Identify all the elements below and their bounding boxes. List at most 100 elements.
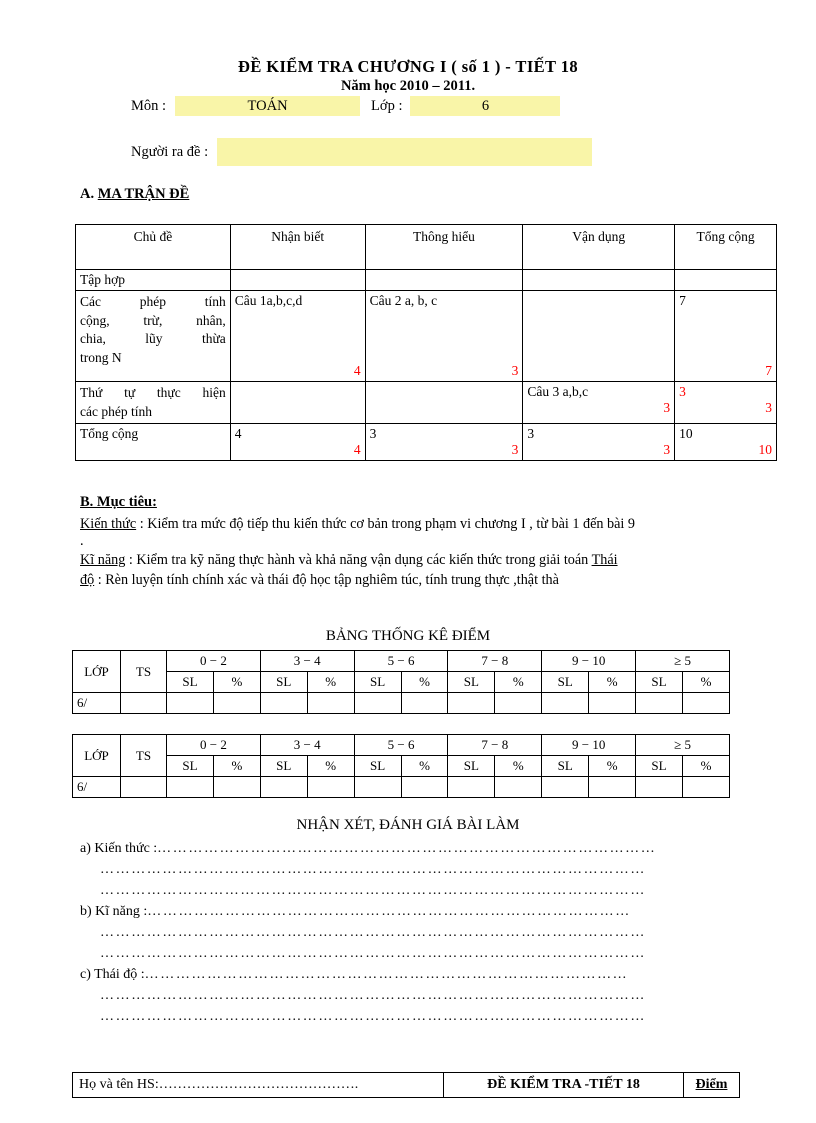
topic-line: cộng, trừ, nhân, xyxy=(80,312,226,328)
comment-dots: ………………………………………………………………………………… xyxy=(144,967,629,982)
stats-range-5-6: 5 − 6 xyxy=(353,650,449,672)
cell-score: 7 xyxy=(765,363,772,378)
stats-value-cell[interactable] xyxy=(541,776,590,798)
stats-value-cell[interactable] xyxy=(166,776,214,798)
subject-value-field[interactable]: TOÁN xyxy=(175,96,361,116)
objective-skill: Kĩ năng : Kiểm tra kỹ năng thực hành và … xyxy=(80,551,770,570)
stats-ts-value[interactable] xyxy=(120,776,167,798)
stats-value-cell[interactable] xyxy=(306,776,355,798)
stats-value-cell[interactable] xyxy=(259,692,308,714)
section-a-title: MA TRẬN ĐỀ xyxy=(97,186,190,202)
comment-label: c) Thái độ : xyxy=(80,967,145,982)
stats-value-cell[interactable] xyxy=(259,776,308,798)
comment-line[interactable]: …………………………………………………………………………………………… xyxy=(100,946,760,962)
student-name-field[interactable]: Họ và tên HS:……………………………………. xyxy=(73,1073,444,1097)
stats-header-row: LỚP TS 0 − 2 3 − 4 5 − 6 7 − 8 9 − 10 ≥ … xyxy=(72,734,730,777)
topic-line: Tập hợp xyxy=(80,272,126,287)
stats-col-lop: LỚP xyxy=(72,734,121,777)
stats-value-cell[interactable] xyxy=(494,776,543,798)
objective-knowledge-label: Kiến thức xyxy=(80,516,137,532)
author-row: Người ra đề : xyxy=(131,138,593,166)
stats-sub-pct: % xyxy=(212,671,261,693)
stats-value-cell[interactable] xyxy=(212,776,261,798)
matrix-col-thong-hieu: Thông hiểu xyxy=(364,224,524,270)
stats-value-cell[interactable] xyxy=(681,692,731,714)
stats-value-cell[interactable] xyxy=(494,692,543,714)
score-stats-table-1: LỚP TS 0 − 2 3 − 4 5 − 6 7 − 8 9 − 10 ≥ … xyxy=(72,650,731,714)
comment-line[interactable]: c) Thái độ :…………………………………………………………………………… xyxy=(80,967,740,983)
comment-dots: …………………………………………………………………………………………… xyxy=(100,1009,646,1024)
matrix-col-chu-de: Chủ đề xyxy=(75,224,231,270)
matrix-cell-van-dung[interactable] xyxy=(522,269,676,291)
comment-dots: …………………………………………………………………………………………… xyxy=(100,925,646,940)
stats-range-3-4: 3 − 4 xyxy=(259,650,355,672)
matrix-cell-nhan-biet[interactable]: Câu 1a,b,c,d 4 xyxy=(229,290,366,382)
cell-text: Câu 1a,b,c,d xyxy=(234,293,303,308)
stats-sub-sl: SL xyxy=(353,755,402,777)
matrix-cell-tong-cong[interactable]: 3 3 xyxy=(674,381,777,424)
matrix-cell-van-dung[interactable]: 3 3 xyxy=(522,423,676,461)
author-value-field[interactable] xyxy=(217,138,593,166)
stats-value-cell[interactable] xyxy=(681,776,731,798)
author-label: Người ra đề : xyxy=(131,143,209,160)
stats-value-cell[interactable] xyxy=(588,692,637,714)
matrix-cell-thong-hieu[interactable]: Câu 2 a, b, c 3 xyxy=(364,290,524,382)
cell-score: 3 xyxy=(511,442,519,457)
matrix-cell-nhan-biet[interactable]: 4 4 xyxy=(229,423,366,461)
stats-value-cell[interactable] xyxy=(166,692,214,714)
document-subtitle: Năm học 2010 – 2011. xyxy=(340,78,476,94)
stats-sub-pct: % xyxy=(400,755,449,777)
stats-sub-sl: SL xyxy=(447,755,496,777)
stats-value-cell[interactable] xyxy=(400,692,449,714)
stats-value-cell[interactable] xyxy=(353,776,402,798)
stats-value-cell[interactable] xyxy=(447,776,496,798)
stats-value-cell[interactable] xyxy=(353,692,402,714)
comment-line[interactable]: …………………………………………………………………………………………… xyxy=(100,1009,760,1025)
comment-line[interactable]: …………………………………………………………………………………………… xyxy=(100,988,760,1004)
stats-value-cell[interactable] xyxy=(588,776,637,798)
comment-line[interactable]: …………………………………………………………………………………………… xyxy=(100,925,760,941)
stats-ts-value[interactable] xyxy=(120,692,167,714)
matrix-cell-thong-hieu[interactable]: 3 3 xyxy=(364,423,524,461)
stats-title: BẢNG THỐNG KÊ ĐIỂM xyxy=(325,628,491,644)
comment-line[interactable]: a) Kiến thức :……………………………………………………………………… xyxy=(80,841,740,857)
footer-score-cell[interactable]: Điểm xyxy=(684,1073,739,1097)
topic-line: Các phép tính xyxy=(80,294,226,309)
stats-col-lop: LỚP xyxy=(72,650,121,693)
stats-value-cell[interactable] xyxy=(635,776,683,798)
matrix-cell-thong-hieu[interactable] xyxy=(364,381,524,424)
stats-sub-sl: SL xyxy=(259,755,308,777)
stats-value-cell[interactable] xyxy=(306,692,355,714)
cell-score: 10 xyxy=(758,442,773,457)
class-value-field[interactable]: 6 xyxy=(410,96,561,116)
stats-value-cell[interactable] xyxy=(447,692,496,714)
comment-label: a) Kiến thức : xyxy=(80,841,158,856)
comment-line[interactable]: b) Kĩ năng :…………………………………………………………………………… xyxy=(80,904,740,920)
stats-value-cell[interactable] xyxy=(212,692,261,714)
document-page: ĐỀ KIỂM TRA CHƯƠNG I ( số 1 ) - TIẾT 18 … xyxy=(0,0,816,1123)
matrix-cell-tong-cong[interactable]: 10 10 xyxy=(674,423,777,461)
objective-skill-text: : Kiểm tra kỹ năng thực hành và khả năng… xyxy=(125,552,592,568)
stats-value-cell[interactable] xyxy=(400,776,449,798)
matrix-cell-thong-hieu[interactable] xyxy=(364,269,524,291)
matrix-col-tong-cong: Tổng cộng xyxy=(674,224,777,270)
matrix-col-van-dung: Vận dụng xyxy=(522,224,676,270)
objective-attitude-text: : Rèn luyện tính chính xác và thái độ họ… xyxy=(94,572,559,588)
comment-dots: …………………………………………………………………………………………… xyxy=(100,883,646,898)
matrix-cell-nhan-biet[interactable] xyxy=(229,269,366,291)
comment-line[interactable]: …………………………………………………………………………………………… xyxy=(100,883,760,899)
comment-label: b) Kĩ năng : xyxy=(80,904,148,919)
matrix-row: Tổng cộng 4 4 3 3 3 3 10 10 xyxy=(75,423,777,461)
stats-value-cell[interactable] xyxy=(541,692,590,714)
matrix-cell-tong-cong[interactable] xyxy=(674,269,777,291)
objective-knowledge-text: : Kiểm tra mức độ tiếp thu kiến thức cơ … xyxy=(136,516,636,532)
comment-dots: …………………………………………………………………………………………… xyxy=(100,946,646,961)
section-b-heading: B. Mục tiêu: xyxy=(80,494,157,510)
matrix-cell-van-dung[interactable] xyxy=(522,290,676,382)
matrix-cell-nhan-biet[interactable] xyxy=(229,381,366,424)
comment-line[interactable]: …………………………………………………………………………………………… xyxy=(100,862,760,878)
stats-sub-sl: SL xyxy=(635,755,683,777)
matrix-cell-van-dung[interactable]: Câu 3 a,b,c 3 xyxy=(522,381,676,424)
matrix-cell-tong-cong[interactable]: 7 7 xyxy=(674,290,777,382)
stats-value-cell[interactable] xyxy=(635,692,683,714)
